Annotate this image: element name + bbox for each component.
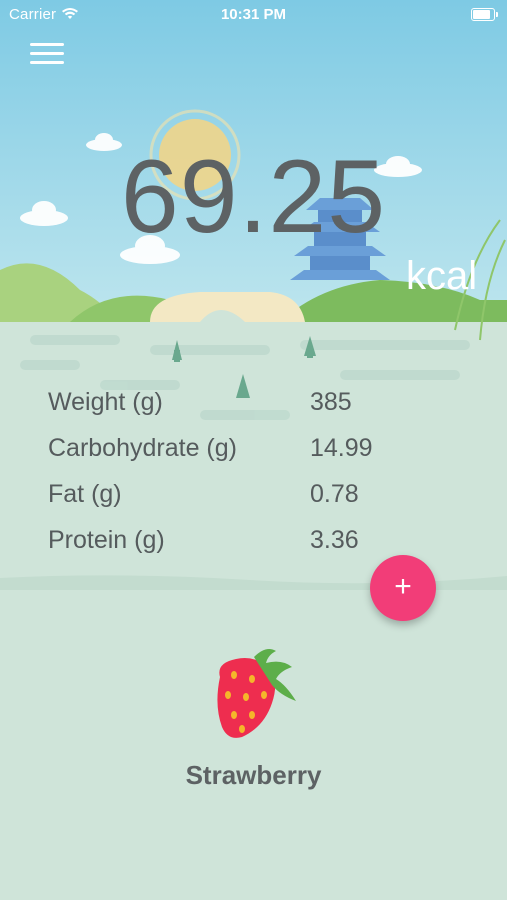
- nutrition-value: 0.78: [310, 480, 359, 508]
- nutrition-table: Weight (g) 385 Carbohydrate (g) 14.99 Fa…: [48, 388, 448, 572]
- menu-button[interactable]: [30, 40, 64, 66]
- nutrition-label: Weight (g): [48, 388, 163, 416]
- nutrition-label: Carbohydrate (g): [48, 434, 237, 462]
- add-food-button[interactable]: +: [370, 555, 436, 621]
- nutrition-value: 14.99: [310, 434, 373, 462]
- calorie-unit: kcal: [406, 254, 478, 298]
- nutrition-label: Protein (g): [48, 526, 165, 554]
- nutrition-row: Carbohydrate (g) 14.99: [48, 434, 448, 480]
- strawberry-icon: [206, 645, 302, 746]
- hamburger-icon: [30, 52, 64, 55]
- clock-label: 10:31 PM: [220, 6, 287, 23]
- nutrition-value: 3.36: [310, 526, 359, 554]
- nutrition-label: Fat (g): [48, 480, 122, 508]
- battery-icon: [471, 8, 498, 21]
- status-bar: Carrier 10:31 PM: [0, 0, 507, 28]
- nutrition-value: 385: [310, 388, 352, 416]
- hamburger-icon: [30, 43, 64, 46]
- calorie-value: 69.25: [120, 139, 387, 255]
- hamburger-icon: [30, 61, 64, 64]
- food-name: Strawberry: [185, 760, 322, 790]
- nutrition-row: Weight (g) 385: [48, 388, 448, 434]
- nutrition-row: Fat (g) 0.78: [48, 480, 448, 526]
- battery-level: [473, 10, 491, 19]
